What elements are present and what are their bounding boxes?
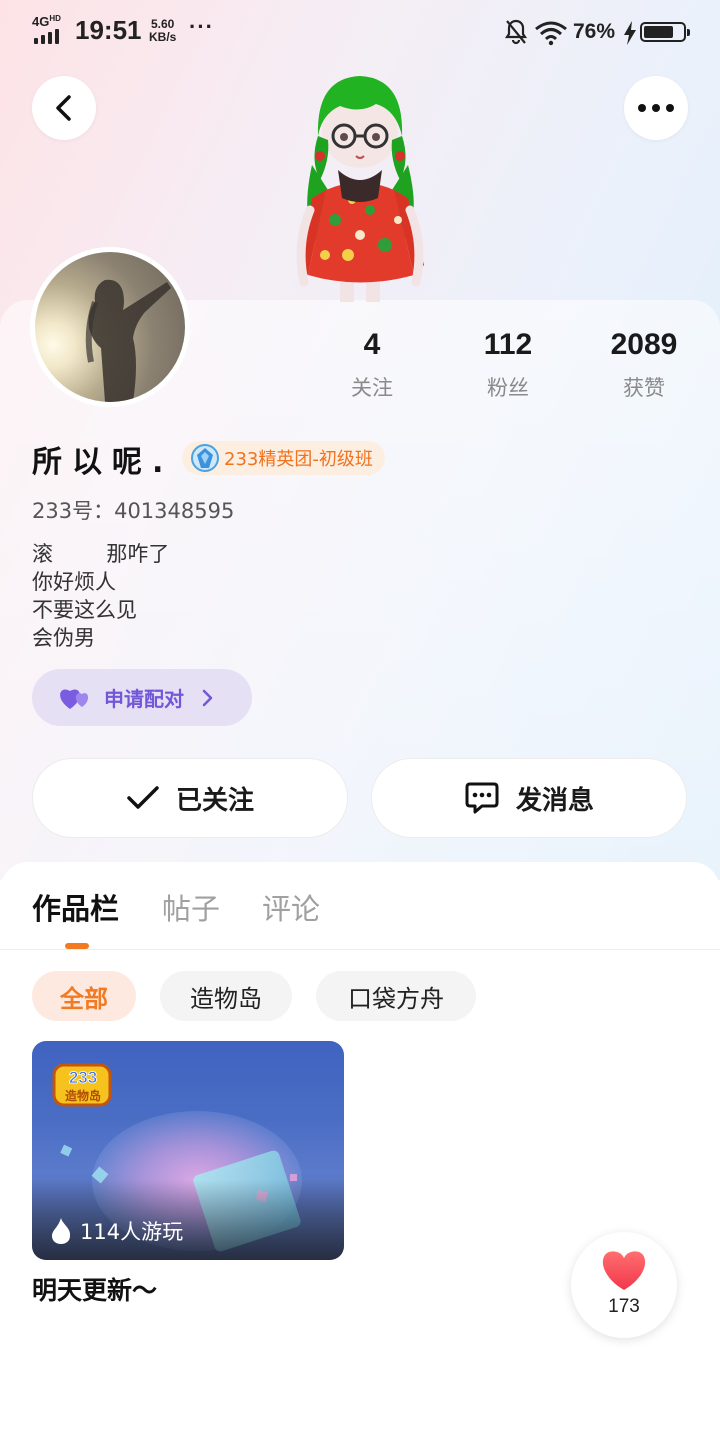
followers-count: 112 (483, 328, 533, 361)
membership-badge[interactable]: 233精英团-初级班 (182, 441, 385, 475)
following-label: 关注 (351, 376, 393, 400)
check-icon (127, 786, 159, 809)
tabs-divider (0, 949, 720, 950)
svg-text:造物岛: 造物岛 (65, 1088, 101, 1103)
badge-gem-icon (191, 444, 219, 472)
chevron-right-icon (202, 689, 213, 706)
filter-creation-island[interactable]: 造物岛 (160, 971, 292, 1021)
like-count: 173 (608, 1296, 640, 1317)
follow-button[interactable]: 已关注 (32, 758, 348, 838)
followers-stat[interactable]: 112 粉丝 (448, 328, 568, 402)
username: 所以呢. (32, 445, 174, 480)
work-card[interactable]: 233 造物岛 114人游玩 (32, 1041, 344, 1260)
status-bar: 4GHD 19:51 5.60 KB/s ··· 76% (0, 0, 720, 64)
network-speed-unit: KB/s (149, 30, 177, 44)
status-more-icon: ··· (189, 14, 214, 39)
user-id: 233号：401348595 (32, 499, 235, 523)
pair-request-label: 申请配对 (104, 687, 184, 711)
back-button[interactable] (32, 76, 96, 140)
filter-pocket-ark[interactable]: 口袋方舟 (316, 971, 476, 1021)
network-type: 4G (32, 14, 50, 29)
battery-icon (640, 22, 690, 42)
likes-stat[interactable]: 2089 获赞 (584, 328, 704, 402)
chevron-left-icon (56, 95, 71, 121)
following-count: 4 (363, 328, 381, 361)
creation-island-logo-art: 233 造物岛 (52, 1063, 112, 1107)
more-horizontal-icon (638, 104, 674, 112)
work-title[interactable]: 明天更新～ (32, 1271, 157, 1307)
play-count: 114人游玩 (50, 1216, 183, 1246)
filter-all[interactable]: 全部 (32, 971, 136, 1021)
tab-posts[interactable]: 帖子 (162, 886, 220, 928)
charging-icon (624, 21, 636, 45)
likes-count: 2089 (610, 328, 678, 361)
message-button[interactable]: 发消息 (371, 758, 687, 838)
play-count-label: 114人游玩 (80, 1220, 184, 1244)
network-hd: HD (49, 14, 61, 23)
bell-muted-icon (504, 19, 528, 45)
more-button[interactable] (624, 76, 688, 140)
signal-icon: 4GHD (32, 14, 66, 44)
creation-island-logo: 233 造物岛 (50, 1059, 116, 1109)
user-avatar[interactable] (30, 247, 190, 407)
like-button[interactable]: 173 (571, 1232, 677, 1338)
chat-bubble-icon (465, 782, 499, 814)
followers-label: 粉丝 (487, 376, 529, 400)
clock: 19:51 (75, 15, 142, 45)
wifi-icon (535, 21, 567, 46)
network-speed: 5.60 KB/s (149, 18, 176, 44)
double-heart-icon (60, 688, 89, 709)
pair-request-button[interactable]: 申请配对 (32, 669, 252, 726)
tab-comments[interactable]: 评论 (262, 886, 320, 928)
badge-label: 233精英团-初级班 (224, 449, 373, 470)
svg-text:233: 233 (69, 1068, 97, 1087)
follow-button-label: 已关注 (175, 785, 254, 816)
user-bio: 滚 那咋了 你好烦人 不要这么见 会伪男 (32, 542, 170, 650)
avatar-character[interactable] (290, 70, 430, 302)
battery-percent: 76% (573, 20, 616, 43)
tab-works[interactable]: 作品栏 (32, 886, 119, 928)
message-button-label: 发消息 (515, 785, 594, 816)
following-stat[interactable]: 4 关注 (312, 328, 432, 402)
flame-icon (52, 1218, 71, 1244)
likes-label: 获赞 (623, 376, 665, 400)
heart-icon (602, 1251, 646, 1290)
avatar-photo (85, 279, 171, 402)
